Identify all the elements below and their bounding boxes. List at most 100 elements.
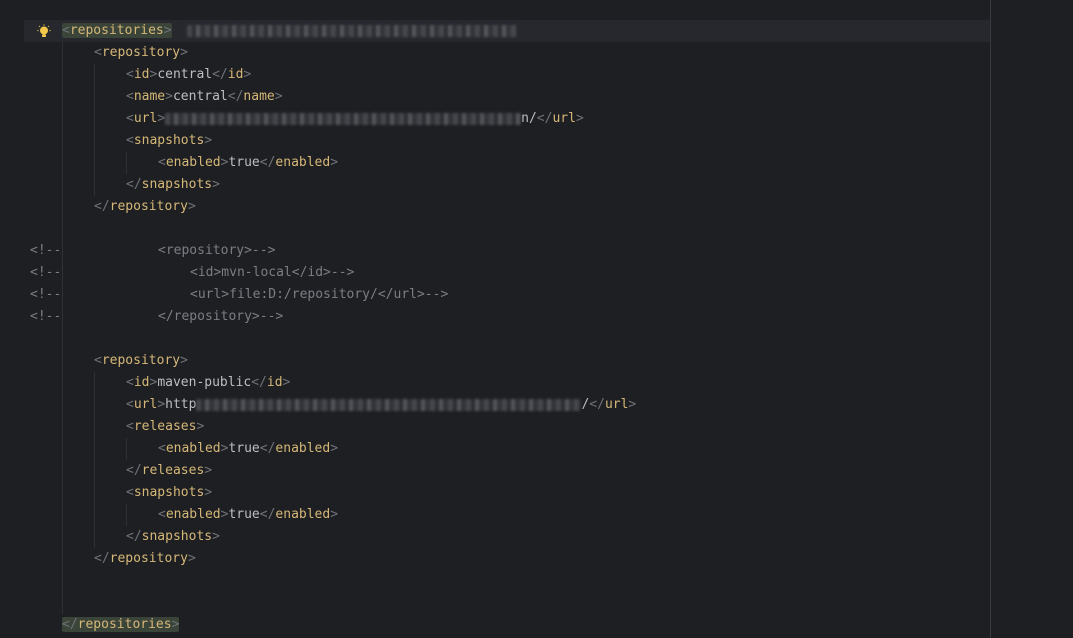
- code-line[interactable]: </repositories>: [62, 614, 180, 636]
- xml-tag-name: snapshots: [141, 529, 213, 544]
- xml-tag-name: id: [266, 375, 283, 390]
- code-line[interactable]: <snapshots>: [126, 482, 212, 504]
- code-line[interactable]: <id>central</id>: [126, 64, 251, 86]
- code-line[interactable]: <enabled>true</enabled>: [158, 152, 338, 174]
- code-line[interactable]: <repositories>: [62, 20, 518, 42]
- angle-bracket: </: [536, 111, 553, 126]
- angle-bracket: >: [330, 155, 339, 170]
- xml-tag-name: enabled: [275, 441, 331, 456]
- comment-text: <id>mvn-local</id>-->: [190, 265, 355, 280]
- redacted-url: [165, 112, 522, 125]
- code-line[interactable]: <!-- <repository>-->: [30, 240, 275, 262]
- angle-bracket: <: [126, 111, 134, 126]
- xml-open-tag: <repository>: [94, 353, 188, 368]
- xml-text-value: true: [228, 507, 260, 522]
- angle-bracket: </: [62, 617, 78, 632]
- xml-open-tag: <snapshots>: [126, 133, 212, 148]
- angle-bracket: >: [157, 111, 166, 126]
- angle-bracket: <: [126, 419, 134, 434]
- angle-bracket: >: [171, 617, 180, 632]
- angle-bracket: <: [126, 89, 134, 104]
- code-line[interactable]: <!-- </repository>-->: [30, 306, 283, 328]
- xml-tag-name: repositories: [77, 617, 172, 632]
- code-line[interactable]: <snapshots>: [126, 130, 212, 152]
- xml-close-tag: </releases>: [126, 463, 212, 478]
- xml-tag-name: enabled: [275, 507, 331, 522]
- code-line[interactable]: </snapshots>: [126, 174, 220, 196]
- indent-guide: [94, 64, 95, 196]
- angle-bracket: <: [126, 133, 134, 148]
- xml-tag-name: repository: [101, 45, 181, 60]
- code-line[interactable]: <repository>: [94, 42, 188, 64]
- code-line[interactable]: </repository>: [94, 196, 196, 218]
- xml-tag-name: url: [133, 397, 158, 412]
- angle-bracket: <: [126, 397, 134, 412]
- comment-marker: <!--: [30, 243, 62, 258]
- xml-tag-name: url: [552, 111, 576, 126]
- right-margin-guide: [990, 0, 991, 638]
- xml-tag-name: snapshots: [133, 485, 205, 500]
- indent-guide: [62, 42, 63, 614]
- xml-tag-name: repository: [101, 353, 181, 368]
- code-line[interactable]: </repository>: [94, 548, 196, 570]
- angle-bracket: <: [126, 485, 134, 500]
- code-editor[interactable]: <repositories> <repository> <id>central</…: [0, 0, 1073, 638]
- xml-text-value: n/: [521, 111, 537, 126]
- angle-bracket: </: [212, 67, 228, 82]
- comment-text: </repository>-->: [158, 309, 284, 324]
- angle-bracket: </: [94, 551, 110, 566]
- indent-guide: [126, 152, 127, 174]
- xml-tag-name: repositories: [69, 23, 164, 38]
- xml-tag-name: id: [133, 67, 150, 82]
- code-line[interactable]: <enabled>true</enabled>: [158, 504, 338, 526]
- angle-bracket: <: [94, 45, 102, 60]
- angle-bracket: >: [330, 441, 339, 456]
- xml-tag-name: enabled: [165, 441, 221, 456]
- code-line[interactable]: </snapshots>: [126, 526, 220, 548]
- lightbulb-icon[interactable]: [36, 24, 52, 40]
- redacted-url: [196, 398, 582, 411]
- angle-bracket: >: [187, 551, 196, 566]
- code-line[interactable]: <repository>: [94, 350, 188, 372]
- code-line[interactable]: <!-- <url>file:D:/repository/</url>-->: [30, 284, 448, 306]
- angle-bracket: <: [158, 155, 166, 170]
- code-line[interactable]: <url> n/</url>: [126, 108, 584, 130]
- redacted-text: [187, 24, 518, 37]
- xml-open-tag: <releases>: [126, 419, 204, 434]
- xml-tag-name: snapshots: [141, 177, 213, 192]
- xml-text-value: central: [172, 89, 228, 104]
- xml-tag-name: name: [243, 89, 275, 104]
- angle-bracket: >: [163, 23, 172, 38]
- angle-bracket: <: [126, 375, 134, 390]
- angle-bracket: >: [628, 397, 637, 412]
- code-line[interactable]: <releases>: [126, 416, 204, 438]
- angle-bracket: >: [180, 353, 188, 368]
- code-line[interactable]: <name>central</name>: [126, 86, 283, 108]
- xml-tag-name: releases: [133, 419, 197, 434]
- xml-close-tag: </snapshots>: [126, 529, 220, 544]
- angle-bracket: >: [274, 89, 283, 104]
- code-line[interactable]: <!-- <id>mvn-local</id>-->: [30, 262, 354, 284]
- xml-open-tag: <repository>: [94, 45, 188, 60]
- angle-bracket: </: [589, 397, 605, 412]
- angle-bracket: </: [227, 89, 244, 104]
- angle-bracket: <: [126, 67, 134, 82]
- indent-guide: [126, 504, 127, 526]
- angle-bracket: </: [251, 375, 267, 390]
- angle-bracket: <: [62, 23, 70, 38]
- comment-text: <url>file:D:/repository/</url>-->: [190, 287, 449, 302]
- xml-close-tag: </repository>: [94, 199, 196, 214]
- xml-tag-name: snapshots: [133, 133, 205, 148]
- indent-guide: [126, 438, 127, 460]
- xml-tag-name: url: [133, 111, 158, 126]
- xml-tag-name: releases: [141, 463, 205, 478]
- xml-tag-name: id: [227, 67, 244, 82]
- angle-bracket: >: [212, 529, 220, 544]
- xml-text-value: true: [228, 155, 260, 170]
- angle-bracket: </: [259, 441, 276, 456]
- xml-close-tag: </snapshots>: [126, 177, 220, 192]
- code-line[interactable]: <enabled>true</enabled>: [158, 438, 338, 460]
- code-line[interactable]: <id>maven-public</id>: [126, 372, 290, 394]
- code-line[interactable]: </releases>: [126, 460, 212, 482]
- code-line[interactable]: <url>http/</url>: [126, 394, 636, 416]
